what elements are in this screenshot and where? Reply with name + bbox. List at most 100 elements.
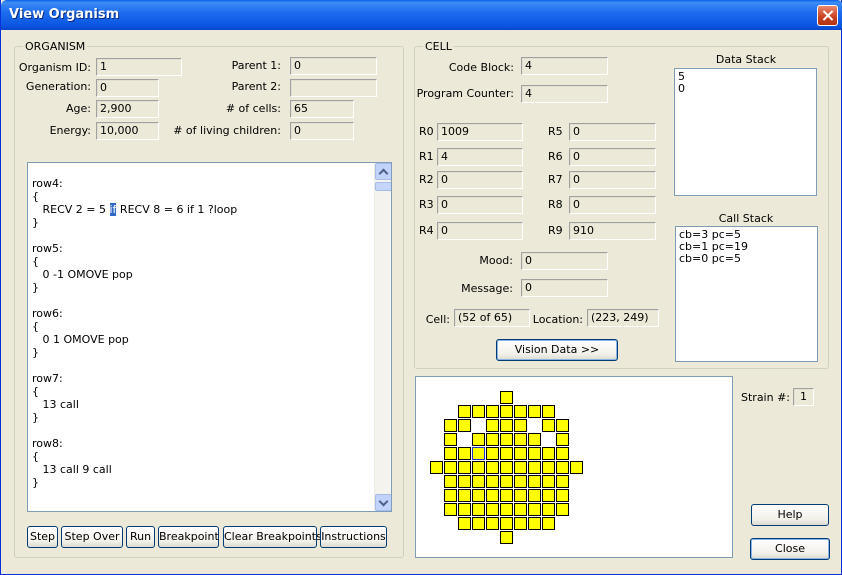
organism-cell[interactable] — [500, 391, 513, 404]
organism-cell[interactable] — [444, 489, 457, 502]
organism-cell[interactable] — [458, 405, 471, 418]
code-line[interactable] — [32, 229, 237, 242]
organism-cell[interactable] — [486, 475, 499, 488]
organism-cell[interactable] — [444, 447, 457, 460]
organism-cell[interactable] — [500, 475, 513, 488]
help-button[interactable]: Help — [751, 504, 829, 526]
scroll-down-icon[interactable] — [375, 494, 391, 511]
organism-cell[interactable] — [486, 405, 499, 418]
organism-cell[interactable] — [542, 461, 555, 474]
organism-cell[interactable] — [458, 489, 471, 502]
organism-cell[interactable] — [458, 503, 471, 516]
scroll-thumb[interactable] — [375, 182, 391, 191]
organism-cell[interactable] — [472, 405, 485, 418]
code-line[interactable]: } — [32, 281, 237, 294]
code-line[interactable]: 13 call — [32, 398, 237, 411]
code-line[interactable]: row4: — [32, 177, 237, 190]
code-line[interactable]: { — [32, 320, 237, 333]
organism-cell[interactable] — [542, 517, 555, 530]
organism-cell[interactable] — [556, 489, 569, 502]
list-item[interactable]: 5 — [678, 71, 813, 83]
organism-cell[interactable] — [444, 503, 457, 516]
window-close-icon[interactable] — [817, 5, 838, 26]
organism-cell[interactable] — [486, 489, 499, 502]
organism-cell[interactable] — [444, 433, 457, 446]
call-stack-list[interactable]: cb=3 pc=5 cb=1 pc=19 cb=0 pc=5 — [675, 226, 818, 362]
organism-cell[interactable] — [514, 503, 527, 516]
code-line[interactable]: row6: — [32, 307, 237, 320]
organism-cell[interactable] — [528, 475, 541, 488]
code-editor[interactable]: row4:{ RECV 2 = 5 if RECV 8 = 6 if 1 ?lo… — [27, 162, 392, 512]
organism-cell[interactable] — [486, 503, 499, 516]
run-button[interactable]: Run — [126, 526, 155, 548]
organism-cell[interactable] — [528, 433, 541, 446]
code-line[interactable]: 0 1 OMOVE pop — [32, 333, 237, 346]
organism-cell[interactable] — [472, 461, 485, 474]
organism-cell[interactable] — [570, 461, 583, 474]
code-line[interactable]: row8: — [32, 437, 237, 450]
organism-cell[interactable] — [444, 475, 457, 488]
code-line[interactable]: row5: — [32, 242, 237, 255]
organism-cell[interactable] — [458, 461, 471, 474]
instructions-button[interactable]: Instructions — [320, 526, 387, 548]
code-line[interactable]: } — [32, 411, 237, 424]
organism-cell[interactable] — [528, 447, 541, 460]
code-line[interactable]: { — [32, 190, 237, 203]
organism-cell[interactable] — [486, 433, 499, 446]
organism-cell[interactable] — [514, 517, 527, 530]
organism-cell[interactable] — [458, 419, 471, 432]
organism-cell[interactable] — [500, 419, 513, 432]
organism-cell[interactable] — [528, 461, 541, 474]
organism-cell[interactable] — [556, 503, 569, 516]
organism-cell[interactable] — [472, 503, 485, 516]
code-line[interactable]: } — [32, 476, 237, 489]
organism-cell[interactable] — [472, 475, 485, 488]
organism-cell[interactable] — [514, 405, 527, 418]
scroll-up-icon[interactable] — [375, 163, 391, 180]
organism-cell[interactable] — [542, 419, 555, 432]
code-line[interactable]: } — [32, 346, 237, 359]
organism-cell[interactable] — [500, 433, 513, 446]
code-line[interactable]: { — [32, 255, 237, 268]
organism-cell[interactable] — [458, 475, 471, 488]
code-line[interactable]: RECV 2 = 5 if RECV 8 = 6 if 1 ?loop — [32, 203, 237, 216]
organism-cell[interactable] — [528, 489, 541, 502]
code-text[interactable]: row4:{ RECV 2 = 5 if RECV 8 = 6 if 1 ?lo… — [32, 177, 237, 489]
code-line[interactable]: 0 -1 OMOVE pop — [32, 268, 237, 281]
organism-cell[interactable] — [542, 475, 555, 488]
code-line[interactable]: 13 call 9 call — [32, 463, 237, 476]
organism-cell[interactable] — [556, 447, 569, 460]
step-over-button[interactable]: Step Over — [61, 526, 123, 548]
organism-cell[interactable] — [528, 503, 541, 516]
organism-cell[interactable] — [444, 419, 457, 432]
code-scrollbar[interactable] — [374, 163, 391, 511]
organism-cell[interactable] — [500, 517, 513, 530]
selected-organism-cell[interactable] — [472, 447, 485, 460]
organism-cell[interactable] — [472, 517, 485, 530]
organism-cell[interactable] — [556, 433, 569, 446]
code-line[interactable] — [32, 359, 237, 372]
organism-cell[interactable] — [528, 405, 541, 418]
data-stack-list[interactable]: 50 — [674, 68, 817, 196]
list-item[interactable]: 0 — [678, 83, 813, 95]
organism-cell[interactable] — [514, 433, 527, 446]
organism-cell[interactable] — [514, 489, 527, 502]
organism-cell[interactable] — [514, 447, 527, 460]
organism-cell[interactable] — [444, 461, 457, 474]
organism-cell[interactable] — [528, 517, 541, 530]
organism-cell[interactable] — [458, 447, 471, 460]
code-line[interactable]: { — [32, 385, 237, 398]
code-line[interactable]: } — [32, 216, 237, 229]
organism-cell[interactable] — [542, 489, 555, 502]
code-line[interactable] — [32, 294, 237, 307]
organism-cell[interactable] — [472, 433, 485, 446]
organism-cell[interactable] — [542, 447, 555, 460]
organism-cell[interactable] — [500, 461, 513, 474]
organism-cell[interactable] — [472, 489, 485, 502]
title-bar[interactable]: View Organism — [1, 0, 842, 30]
organism-cell[interactable] — [458, 517, 471, 530]
organism-cell[interactable] — [486, 517, 499, 530]
organism-cell[interactable] — [556, 475, 569, 488]
organism-cell[interactable] — [500, 405, 513, 418]
organism-cell[interactable] — [500, 489, 513, 502]
